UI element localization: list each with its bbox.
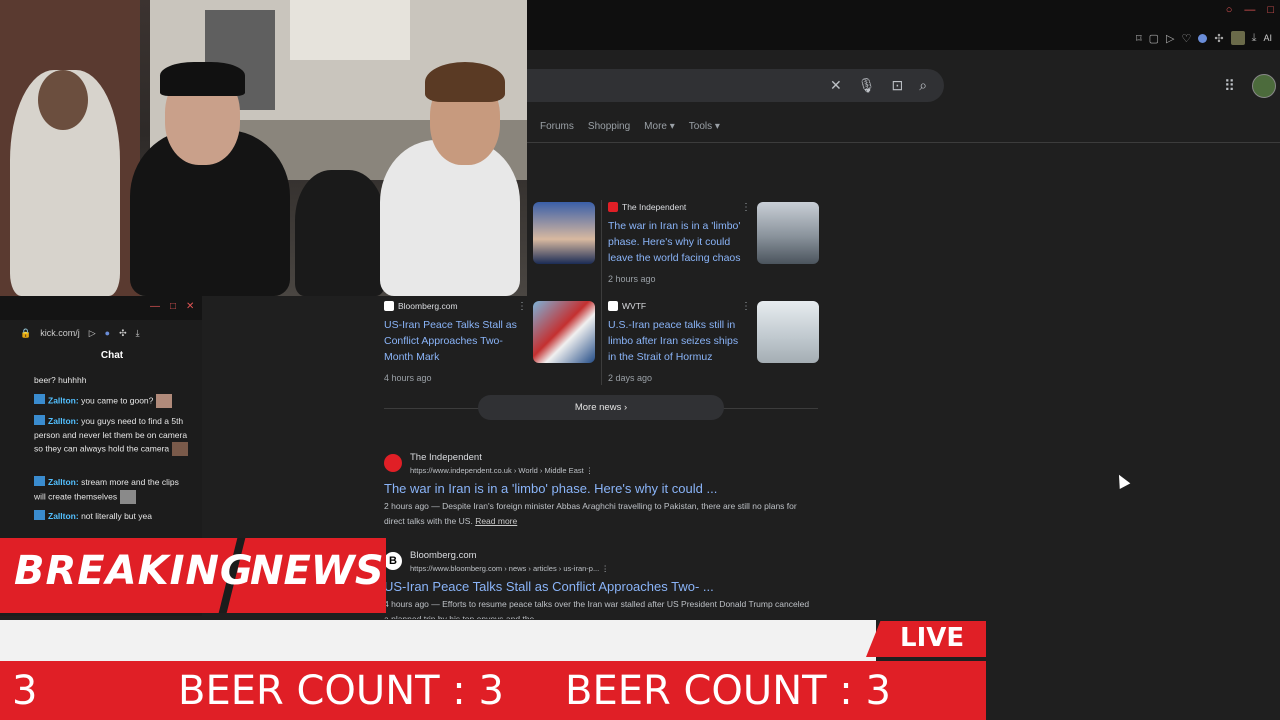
browser-toolbar: ⌑ ▢ ▷ ♡ ✣ ⤓ AI [1136, 31, 1272, 45]
tab-shopping[interactable]: Shopping [588, 121, 630, 132]
avatar[interactable] [1252, 74, 1276, 98]
lock-icon: 🔒 [20, 327, 32, 338]
tab-icon[interactable]: ▢ [1149, 32, 1159, 45]
play-icon[interactable]: ▷ [1166, 32, 1174, 45]
mouse-cursor-icon [1113, 471, 1131, 490]
badge-icon [34, 415, 45, 425]
news-source: WVTF [608, 301, 646, 311]
emote-icon [120, 489, 137, 504]
tab-tools[interactable]: Tools ▾ [689, 121, 720, 132]
news-divider [601, 200, 602, 385]
webcam-feed [0, 0, 527, 296]
news-thumbnail[interactable] [757, 301, 819, 363]
chat-url: kick.com/j [40, 328, 80, 338]
live-label: LIVE [900, 623, 965, 653]
badge-icon [34, 476, 45, 486]
badge-icon [34, 394, 45, 405]
search-icon[interactable]: ○ [1226, 4, 1233, 16]
chat-message: Zallton: you came to goon? [34, 394, 189, 408]
news-label: NEWS [250, 548, 384, 594]
bookmark-icon[interactable]: ⌑ [1136, 32, 1142, 45]
result-snippet: 2 hours ago — Despite Iran's foreign min… [384, 501, 797, 526]
independent-logo-icon [608, 202, 618, 212]
more-options-icon[interactable]: ⋮ [741, 301, 751, 312]
extension-dot-icon[interactable]: ● [105, 328, 110, 338]
news-card-title[interactable]: The war in Iran is in a 'limbo' phase. H… [608, 218, 748, 266]
ticker-text: BEER COUNT : 3 [178, 668, 504, 714]
result-url: https://www.bloomberg.com › news › artic… [410, 564, 609, 573]
news-thumbnail[interactable] [533, 301, 595, 363]
more-news-button[interactable]: More news › [478, 395, 724, 420]
chat-message: Zallton: not literally but yea [34, 510, 189, 524]
play-icon[interactable]: ▷ [89, 328, 96, 339]
chat-urlbar[interactable]: 🔒 kick.com/j ▷ ● ✣ ⤓ [20, 324, 200, 342]
search-icon[interactable]: ⌕ [919, 77, 927, 94]
more-options-icon[interactable]: ⋮ [741, 202, 751, 213]
heart-icon[interactable]: ♡ [1182, 32, 1192, 45]
overlay-strip [0, 620, 876, 661]
chat-message: beer? huhhhh [34, 375, 87, 385]
ticker-text: 3 [12, 668, 38, 714]
news-thumbnail[interactable] [757, 202, 819, 264]
ticker-text: BEER COUNT : 3 [565, 668, 891, 714]
clear-icon[interactable]: ✕ [830, 77, 842, 94]
tab-more[interactable]: More ▾ [644, 121, 675, 132]
puzzle-icon[interactable]: ✣ [1214, 32, 1223, 45]
result-url: https://www.independent.co.uk › World › … [410, 466, 594, 475]
more-options-icon[interactable]: ⋮ [517, 301, 527, 312]
independent-favicon-icon [384, 454, 402, 472]
lens-icon[interactable]: ⊡ [892, 77, 904, 94]
ai-button[interactable]: AI [1263, 33, 1272, 43]
minimize-icon[interactable]: — [150, 301, 160, 312]
apps-grid-icon[interactable]: ⠿ [1224, 77, 1235, 95]
result-title[interactable]: The war in Iran is in a 'limbo' phase. H… [384, 481, 717, 496]
read-more-link[interactable]: Read more [475, 516, 517, 526]
news-thumbnail[interactable] [533, 202, 595, 264]
profile-icon[interactable] [1230, 31, 1245, 45]
wvtf-logo-icon [608, 301, 618, 311]
emote-icon [172, 442, 189, 456]
maximize-icon[interactable]: □ [1267, 4, 1274, 16]
chat-message: Zallton: you guys need to find a 5th per… [34, 415, 189, 456]
download-icon[interactable]: ⤓ [1252, 32, 1257, 45]
news-time: 2 hours ago [608, 274, 656, 284]
window-controls: ○ — □ [1226, 4, 1274, 16]
tab-forums[interactable]: Forums [540, 121, 574, 132]
search-actions: ✕ 🎙 ⊡ ⌕ [830, 77, 927, 94]
result-snippet: 4 hours ago — Efforts to resume peace ta… [384, 599, 810, 619]
news-card-title[interactable]: US-Iran Peace Talks Stall as Conflict Ap… [384, 317, 524, 365]
download-icon[interactable]: ⤓ [136, 328, 140, 339]
minimize-icon[interactable]: — [1244, 4, 1255, 16]
bloomberg-logo-icon [384, 301, 394, 311]
microphone-icon[interactable]: 🎙 [858, 77, 876, 94]
search-filter-tabs: Forums Shopping More ▾ Tools ▾ [540, 121, 720, 132]
result-site-name: The Independent [410, 452, 482, 463]
chat-window-controls: — □ ✕ [150, 301, 194, 312]
maximize-icon[interactable]: □ [170, 301, 176, 312]
extension-dot-icon[interactable] [1198, 33, 1208, 43]
chat-message: Zallton: stream more and the clips will … [34, 476, 189, 504]
emote-icon [156, 394, 173, 408]
chat-title: Chat [100, 350, 124, 361]
result-site-name: Bloomberg.com [410, 550, 477, 561]
puzzle-icon[interactable]: ✣ [119, 328, 127, 339]
news-time: 4 hours ago [384, 373, 432, 383]
close-icon[interactable]: ✕ [186, 301, 194, 312]
bloomberg-favicon-icon: B [384, 552, 402, 570]
news-source: Bloomberg.com [384, 301, 458, 311]
breaking-label: BREAKING [14, 548, 254, 594]
news-card-title[interactable]: U.S.-Iran peace talks still in limbo aft… [608, 317, 748, 365]
result-title[interactable]: US-Iran Peace Talks Stall as Conflict Ap… [384, 579, 714, 594]
news-time: 2 days ago [608, 373, 653, 383]
news-source: The Independent [608, 202, 686, 212]
badge-icon [34, 510, 45, 520]
